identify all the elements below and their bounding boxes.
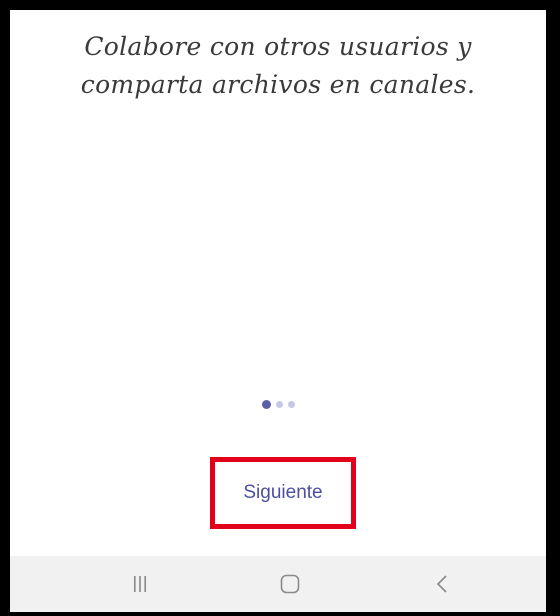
system-navigation-bar [10, 556, 546, 612]
back-button[interactable] [402, 556, 482, 612]
page-dot-1-active [262, 399, 271, 409]
page-dot-3 [288, 400, 295, 408]
next-button[interactable]: Siguiente [210, 457, 356, 529]
headline-line-2: comparta archivos en canales. [80, 70, 476, 99]
page-dot-2 [276, 400, 283, 408]
page-indicator [262, 399, 295, 409]
onboarding-headline: Colabore con otros usuarios y comparta a… [10, 28, 546, 104]
app-screen: Colabore con otros usuarios y comparta a… [10, 10, 546, 612]
recent-apps-icon [134, 576, 146, 592]
recent-apps-button[interactable] [100, 556, 180, 612]
back-icon [436, 575, 447, 593]
headline-line-1: Colabore con otros usuarios y [84, 32, 472, 61]
home-button[interactable] [250, 556, 330, 612]
home-icon [280, 574, 300, 594]
